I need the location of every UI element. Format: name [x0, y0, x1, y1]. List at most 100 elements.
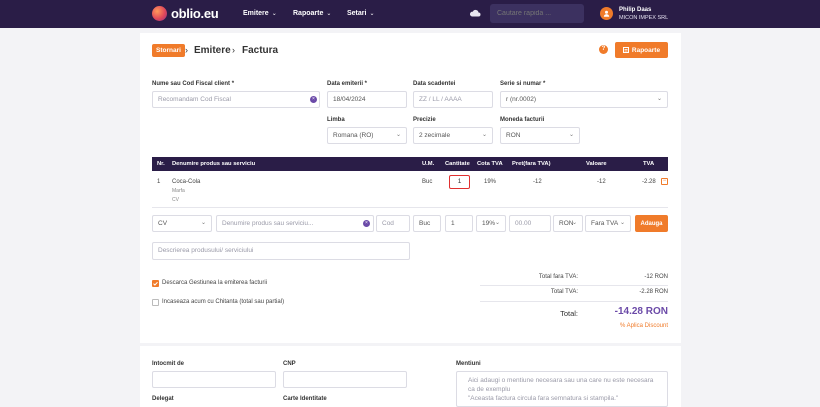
logo-mark-icon [152, 6, 167, 21]
column-header: U.M. [422, 161, 435, 167]
vat-select-value: 19% [482, 220, 496, 227]
row-vat-rate: 19% [484, 179, 497, 185]
notes-placeholder-line: Aici adaugi o mentiune necesara sau una … [468, 377, 654, 384]
column-header: Valoare [586, 161, 607, 167]
product-description-textarea[interactable]: Descrierea produsului/ serviciului [152, 242, 410, 260]
column-header: Cota TVA [477, 161, 503, 167]
um-input[interactable]: Buc [413, 215, 441, 232]
prepared-by-input[interactable] [152, 371, 276, 388]
nav-menu-label: Rapoarte [293, 10, 324, 17]
client-label: Nume sau Cod Fiscal client * [152, 81, 235, 87]
breadcrumb-emitere[interactable]: Emitere [194, 44, 231, 57]
due-date-input[interactable]: ZZ / LL / AAAA [413, 91, 493, 108]
product-type-select[interactable]: CV ⌄ [152, 215, 212, 232]
column-header: TVA [643, 161, 655, 167]
vat-mode-select[interactable]: Fara TVA ⌄ [585, 215, 631, 232]
vat-mode-value: Fara TVA [591, 220, 619, 227]
chevron-down-icon: ⌄ [568, 132, 574, 138]
chevron-down-icon: ⌄ [656, 96, 662, 102]
divider [480, 285, 668, 286]
quick-search-input[interactable] [490, 4, 584, 23]
product-code-input[interactable]: Cod [376, 215, 410, 232]
document-icon [622, 47, 629, 53]
user-name: Philip Daas [619, 7, 652, 13]
divider [152, 207, 668, 208]
breadcrumb-separator: › [232, 45, 235, 55]
column-header: Nr. [157, 161, 165, 167]
issue-date-label: Data emiterii * [327, 81, 368, 87]
stock-discharge-checkbox[interactable] [152, 280, 159, 287]
notes-label: Mentiuni [456, 361, 481, 367]
row-number: 1 [157, 179, 161, 185]
row-um: Buc [422, 179, 433, 185]
language-label: Limba [327, 117, 345, 123]
chevron-down-icon: ⌄ [395, 132, 401, 138]
reports-button-label: Rapoarte [631, 46, 661, 54]
user-avatar[interactable] [600, 7, 613, 20]
stornari-badge[interactable]: Stornari [152, 44, 185, 57]
clear-icon[interactable]: × [363, 220, 370, 227]
chevron-down-icon: ⌄ [326, 11, 332, 17]
delete-row-icon[interactable]: − [661, 178, 668, 185]
stock-discharge-label: Descarca Gestiunea la emiterea facturii [162, 280, 268, 286]
chevron-down-icon: ⌄ [200, 220, 206, 226]
id-card-label: Carte Identitate [283, 396, 327, 402]
issue-date-input[interactable]: 18/04/2024 [327, 91, 407, 108]
nav-menu-setari[interactable]: Setari ⌄ [347, 10, 375, 17]
app-logo[interactable]: oblio.eu [152, 6, 219, 21]
series-select[interactable]: r (nr.0002) ⌄ [500, 91, 668, 108]
add-product-button[interactable]: Adauga [635, 215, 668, 232]
reports-button[interactable]: Rapoarte [615, 42, 668, 58]
total-vat-label: Total TVA: [550, 289, 578, 295]
due-date-label: Data scadentei [413, 81, 456, 87]
row-quantity-input[interactable]: 1 [449, 175, 470, 189]
quantity-input[interactable]: 1 [445, 215, 473, 232]
notes-placeholder-line: "Aceasta factura circula fara semnatura … [468, 395, 619, 402]
total-net-label: Total fara TVA: [538, 274, 578, 280]
row-value: -12 [597, 179, 606, 185]
vat-select[interactable]: 19% ⌄ [476, 215, 506, 232]
total-vat-value: -2.28 RON [639, 289, 668, 295]
product-type-value: CV [158, 220, 168, 227]
price-input[interactable]: 00.00 [509, 215, 551, 232]
product-name-input[interactable]: Denumire produs sau serviciu... [216, 215, 374, 232]
notes-textarea[interactable]: Aici adaugi o mentiune necesara sau una … [456, 371, 668, 407]
top-navbar: oblio.eu Emitere⌄ Rapoarte⌄ Setari⌄ Phil… [0, 0, 820, 28]
help-icon[interactable]: ? [599, 45, 608, 54]
row-price: -12 [533, 179, 542, 185]
nav-menu-emitere[interactable]: Emitere ⌄ [243, 10, 277, 17]
row-currency-select[interactable]: RON ⌄ [553, 215, 583, 232]
row-product-name[interactable]: Coca-Cola [172, 179, 200, 185]
prepared-by-label: Intocmit de [152, 361, 185, 367]
language-select-value: Romana (RO) [333, 132, 374, 139]
chevron-down-icon: ⌄ [369, 11, 375, 17]
page-title: Factura [242, 45, 279, 56]
chevron-down-icon: ⌄ [619, 220, 625, 226]
currency-select[interactable]: RON ⌄ [500, 127, 580, 144]
client-input[interactable]: Recomandam Cod Fiscal [152, 91, 320, 108]
notes-placeholder-line: ca de exemplu [468, 386, 511, 393]
total-net-value: -12 RON [644, 274, 668, 280]
cloud-icon[interactable] [469, 9, 481, 17]
precision-select[interactable]: 2 zecimale ⌄ [413, 127, 493, 144]
cnp-input[interactable] [283, 371, 407, 388]
series-select-value: r (nr.0002) [506, 96, 536, 103]
nav-menu-rapoarte[interactable]: Rapoarte ⌄ [293, 10, 331, 17]
logo-text: oblio.eu [171, 6, 219, 21]
cnp-label: CNP [283, 361, 296, 367]
chevron-down-icon: ⌄ [481, 132, 487, 138]
column-header: Cantitate [445, 161, 470, 167]
nav-menu-label: Setari [347, 10, 367, 17]
products-table-header: Nr. Denumire produs sau serviciu U.M. Ca… [152, 157, 668, 171]
receipt-label: Incaseaza acum cu Chitanta (total sau pa… [162, 299, 285, 305]
row-vat: -2.28 [642, 179, 656, 185]
receipt-checkbox[interactable] [152, 299, 159, 306]
apply-discount-link[interactable]: % Aplica Discount [580, 323, 668, 329]
delegate-label: Delegat [152, 396, 174, 402]
row-product-code: CV [172, 197, 179, 203]
row-product-type: Marfa [172, 188, 185, 194]
language-select[interactable]: Romana (RO) ⌄ [327, 127, 407, 144]
user-company: MICON IMPEX SRL [619, 15, 669, 21]
clear-icon[interactable]: × [310, 96, 317, 103]
grand-total-label: Total: [560, 309, 578, 318]
